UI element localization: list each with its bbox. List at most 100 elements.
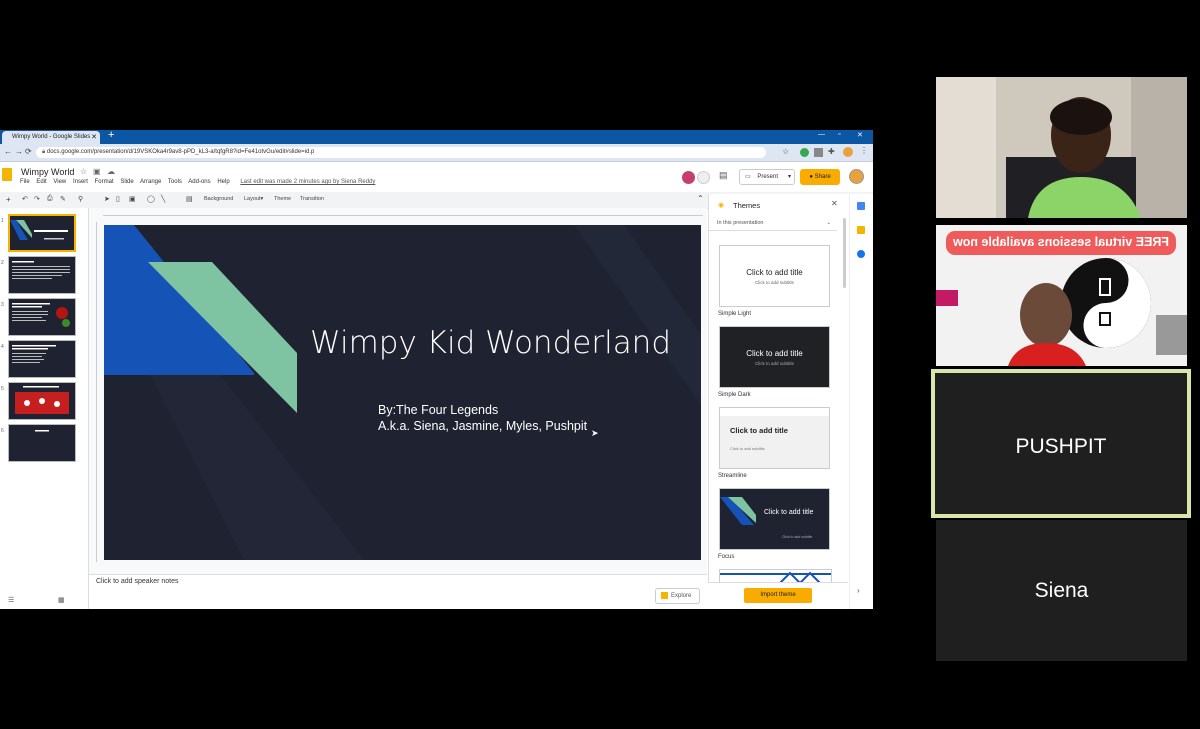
close-tab-icon[interactable]: ✕ (91, 131, 97, 144)
new-tab-button[interactable]: + (108, 130, 114, 141)
theme-card-partial[interactable] (719, 569, 832, 582)
focus-theme-art (720, 497, 756, 525)
extension-icon[interactable] (800, 148, 809, 157)
theme-card-simple-light[interactable]: Click to add title Click to add subtitle (719, 245, 830, 307)
slide-filmstrip: 1 2 3 4 5 6 ☰ ▦ (0, 208, 89, 609)
line-icon[interactable]: ╲ (161, 195, 165, 203)
promo-banner: FREE virtual sessions available now (946, 231, 1176, 255)
browser-tab[interactable]: Wimpy World - Google Slides ✕ (2, 131, 100, 144)
last-edit-link[interactable]: Last edit was made 2 minutes ago by Sien… (240, 179, 375, 185)
select-icon[interactable]: ➤ (104, 195, 110, 203)
themes-scrollbar[interactable] (843, 218, 846, 288)
tasks-icon[interactable] (857, 250, 865, 258)
move-folder-icon[interactable]: ▣ (93, 167, 101, 176)
activity-icon[interactable] (697, 171, 710, 184)
slide-number: 3 (1, 302, 4, 308)
comment-icon[interactable]: ▤ (719, 170, 728, 181)
theme-card-subtitle: Click to add subtitle (782, 535, 813, 539)
theme-card-subtitle: Click to add subtitle (754, 361, 795, 366)
background-button[interactable]: Background (204, 196, 233, 202)
participant-tile-pushpit[interactable]: PUSHPIT (931, 369, 1191, 518)
thumbnail-art (12, 303, 70, 327)
layout-button[interactable]: Layout▾ (244, 196, 263, 202)
menu-edit[interactable]: Edit (36, 179, 46, 185)
participant-tile-siena[interactable]: Siena (936, 520, 1187, 661)
chevron-down-icon[interactable]: ▾ (788, 170, 791, 184)
close-window-icon[interactable]: ✕ (857, 131, 863, 139)
paint-format-icon[interactable]: ✎ (60, 195, 66, 203)
bookmark-star-icon[interactable]: ☆ (782, 147, 789, 156)
palette-icon: ◉ (718, 202, 725, 209)
theme-card-simple-dark[interactable]: Click to add title Click to add subtitle (719, 326, 830, 388)
speaker-notes[interactable]: Click to add speaker notes Explore (89, 574, 707, 609)
star-icon[interactable]: ☆ (80, 167, 87, 176)
grid-view-icon[interactable]: ☰ (8, 596, 14, 604)
filmstrip-view-icon[interactable]: ▦ (58, 596, 65, 604)
doc-title[interactable]: Wimpy World (21, 167, 74, 177)
text-box-icon[interactable]: ▯ (116, 195, 120, 203)
account-avatar[interactable] (849, 169, 864, 184)
back-icon[interactable]: ← (4, 147, 12, 156)
slide-thumbnail[interactable] (8, 256, 76, 294)
theme-button[interactable]: Theme (274, 196, 291, 202)
shape-icon[interactable]: ◯ (147, 195, 155, 203)
profile-avatar[interactable] (843, 147, 853, 157)
theme-name: Simple Light (718, 311, 752, 317)
image-icon[interactable]: ▣ (129, 195, 136, 203)
menu-view[interactable]: View (53, 179, 66, 185)
chevron-right-icon[interactable]: › (857, 586, 860, 595)
slide-thumbnail[interactable] (8, 298, 76, 336)
slide-canvas[interactable]: Wimpy Kid Wonderland By:The Four Legends… (104, 225, 701, 560)
undo-icon[interactable]: ↶ (22, 195, 28, 203)
transition-button[interactable]: Transition (300, 196, 324, 202)
calendar-icon[interactable] (857, 202, 865, 210)
new-slide-icon[interactable]: + (6, 195, 11, 204)
slide-subtitle-line1[interactable]: By:The Four Legends (378, 403, 498, 417)
zoom-icon[interactable]: ⚲ (78, 195, 83, 203)
menu-insert[interactable]: Insert (73, 179, 88, 185)
present-button[interactable]: ▭ Present ▾ (739, 169, 795, 185)
minimize-icon[interactable]: — (818, 131, 825, 138)
menu-addons[interactable]: Add-ons (188, 179, 210, 185)
import-theme-button[interactable]: Import theme (744, 588, 812, 603)
extension-icon[interactable] (814, 148, 823, 157)
participant-name: Siena (1034, 579, 1089, 602)
mouse-cursor-icon: ➤ (591, 428, 599, 438)
forward-icon[interactable]: → (15, 147, 23, 156)
menu-arrange[interactable]: Arrange (140, 179, 161, 185)
theme-source-dropdown[interactable]: In this presentation ⌄ (709, 216, 837, 231)
more-menu-icon[interactable]: ⋮ (860, 146, 868, 155)
menu-help[interactable]: Help (217, 179, 229, 185)
menu-tools[interactable]: Tools (168, 179, 182, 185)
theme-card-focus[interactable]: Click to add title Click to add subtitle (719, 488, 830, 550)
slide-thumbnail[interactable] (8, 340, 76, 378)
menu-slide[interactable]: Slide (120, 179, 133, 185)
participant-video-1[interactable] (936, 77, 1187, 218)
participant-video-image (936, 77, 1187, 218)
slides-logo-icon[interactable] (2, 168, 12, 181)
explore-button[interactable]: Explore (655, 588, 700, 604)
theme-card-streamline[interactable]: Click to add title Click to add subtitle (719, 407, 830, 469)
print-icon[interactable]: ⎙ (47, 195, 53, 203)
close-icon[interactable]: ✕ (831, 199, 838, 208)
puzzle-icon[interactable]: ✚ (828, 147, 835, 156)
maximize-icon[interactable]: ▫ (838, 131, 840, 138)
slide-thumbnail[interactable] (8, 424, 76, 462)
slide-subtitle-line2[interactable]: A.k.a. Siena, Jasmine, Myles, Pushpit (378, 419, 587, 433)
url-field[interactable]: 🔒︎ docs.google.com/presentation/d/19VSKO… (36, 147, 766, 158)
slide-thumbnail[interactable] (8, 382, 76, 420)
menu-format[interactable]: Format (95, 179, 114, 185)
theme-card-title: Click to add title (730, 426, 788, 435)
cloud-saved-icon: ☁ (107, 167, 115, 176)
slide-title[interactable]: Wimpy Kid Wonderland (310, 325, 671, 361)
slide-thumbnail[interactable] (8, 214, 76, 252)
redo-icon[interactable]: ↷ (34, 195, 40, 203)
keep-icon[interactable] (857, 226, 865, 234)
participant-video-2[interactable]: FREE virtual sessions available now (936, 225, 1187, 366)
share-button[interactable]: ● Share (800, 169, 840, 185)
collaborator-avatar[interactable] (682, 171, 695, 184)
menu-file[interactable]: File (20, 179, 30, 185)
add-comment-icon[interactable]: ▤ (186, 195, 193, 203)
collapse-toolbar-icon[interactable]: ⌃ (697, 194, 704, 203)
reload-icon[interactable]: ⟳ (25, 147, 32, 156)
